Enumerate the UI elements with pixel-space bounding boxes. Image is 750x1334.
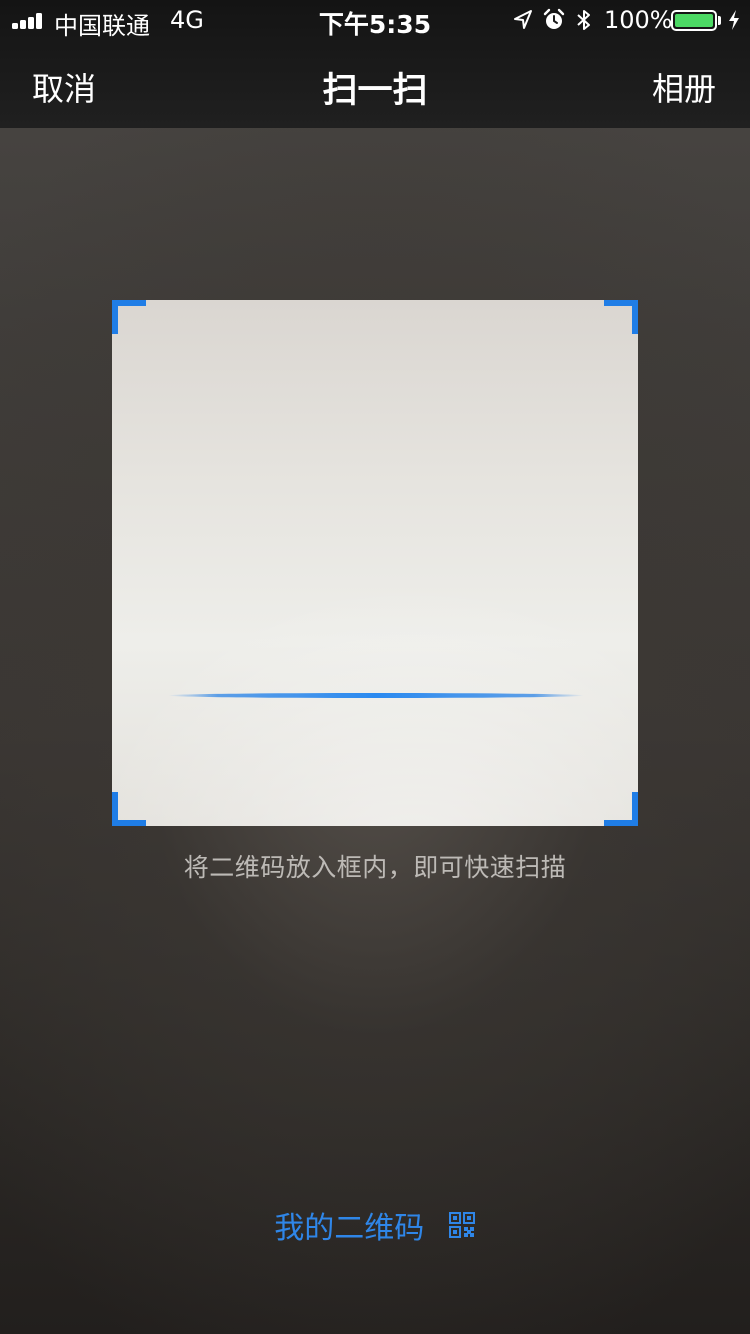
battery-percent: 100%: [604, 6, 673, 34]
viewfinder-corner-bottom-right: [604, 792, 638, 826]
my-qr-code-label: 我的二维码: [274, 1211, 425, 1246]
bluetooth-icon: [577, 10, 590, 30]
alarm-icon: [543, 8, 565, 29]
scan-viewfinder: [112, 300, 638, 826]
location-arrow-icon: [514, 10, 532, 29]
status-bar: 中国联通 4G 下午5:35 100%: [0, 0, 750, 40]
charging-icon: [729, 10, 739, 30]
nav-bar: 取消 扫一扫 相册: [0, 40, 750, 128]
album-button[interactable]: 相册: [652, 64, 716, 110]
scan-screen: 中国联通 4G 下午5:35 100% 取消 扫一扫 相册 将二维码放入框内，即…: [0, 0, 750, 1334]
battery-icon: [671, 10, 717, 31]
viewfinder-corner-bottom-left: [112, 792, 146, 826]
viewfinder-corner-top-right: [604, 300, 638, 334]
battery-nub: [718, 16, 721, 25]
battery-fill: [675, 14, 713, 27]
my-qr-code-button[interactable]: 我的二维码: [0, 1203, 750, 1247]
scan-hint: 将二维码放入框内，即可快速扫描: [183, 853, 567, 882]
qr-code-icon: [448, 1212, 475, 1238]
scan-line: [168, 693, 584, 698]
viewfinder-corner-top-left: [112, 300, 146, 334]
page-title: 扫一扫: [322, 71, 428, 111]
